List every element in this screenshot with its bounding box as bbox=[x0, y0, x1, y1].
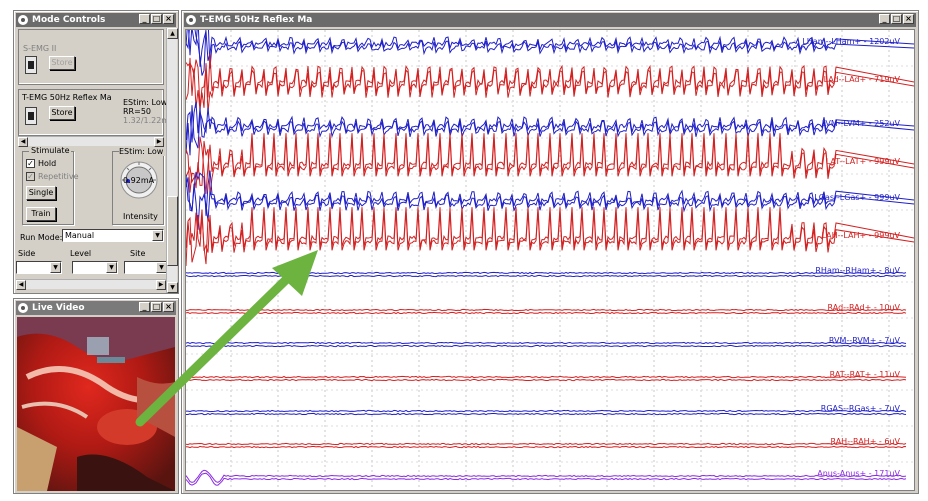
level-select[interactable]: ▼ bbox=[72, 261, 118, 274]
stimulate-group-title: Stimulate bbox=[29, 146, 72, 155]
site-label: Site bbox=[130, 249, 146, 258]
scroll-down-arrow[interactable]: ▼ bbox=[167, 282, 178, 293]
channel-label: RAd--RAd+ - 10uV bbox=[827, 303, 900, 312]
emg-trace bbox=[186, 469, 907, 483]
channel-label: RAT--RAT+ - 11uV bbox=[829, 370, 900, 379]
minimize-button[interactable]: _ bbox=[139, 302, 150, 312]
semg-label: S-EMG II bbox=[23, 44, 57, 53]
side-select[interactable]: ▼ bbox=[16, 261, 62, 274]
rr-status: RR=50 bbox=[123, 107, 151, 116]
emg-title: T-EMG 50Hz Reflex Ma bbox=[200, 15, 313, 25]
emg-trace bbox=[186, 375, 907, 379]
maximize-button[interactable]: □ bbox=[891, 14, 902, 24]
semg-store-button[interactable]: Store bbox=[49, 56, 75, 70]
side-label: Side bbox=[18, 249, 36, 258]
live-video-title: Live Video bbox=[32, 303, 85, 313]
hold-checkbox[interactable]: ✓ bbox=[26, 159, 35, 168]
emg-trace bbox=[186, 137, 914, 195]
surgical-video-feed bbox=[17, 317, 175, 491]
emg-trace bbox=[186, 412, 907, 416]
emg-trace bbox=[186, 341, 907, 345]
stimulate-group: Stimulate ✓ Hold ✓ Repetitive Single Tra… bbox=[22, 146, 79, 225]
run-mode-value: Manual bbox=[65, 231, 95, 240]
hold-label: Hold bbox=[38, 159, 57, 168]
channel-label: LGas--LGas+ - 999uV bbox=[814, 193, 900, 202]
emg-trace bbox=[186, 59, 914, 113]
temg-toggle[interactable] bbox=[25, 107, 37, 125]
temg-label: T-EMG 50Hz Reflex Ma bbox=[22, 93, 112, 102]
repetitive-checkbox[interactable]: ✓ bbox=[26, 172, 35, 181]
channel-label: RVM--RVM+ - 7uV bbox=[828, 336, 900, 345]
intensity-label: Intensity bbox=[123, 212, 158, 221]
emg-window: T-EMG 50Hz Reflex Ma _ □ × LHam--LHam+ -… bbox=[181, 10, 919, 494]
live-video-titlebar[interactable]: Live Video _ □ × bbox=[16, 301, 176, 315]
channel-label: Anus-Anus+ - 171uV bbox=[817, 469, 900, 478]
scroll-right-arrow[interactable]: ▶ bbox=[156, 280, 166, 290]
channel-label: RHam--RHam+ - 8uV bbox=[815, 266, 900, 275]
scroll-up-arrow[interactable]: ▲ bbox=[167, 28, 178, 39]
channel-label: LAd--LAd+ - 719uV bbox=[823, 75, 900, 84]
mode-controls-window: Mode Controls _ □ × S-EMG II Store T-EMG… bbox=[13, 10, 179, 294]
emg-trace bbox=[186, 274, 907, 278]
temg-store-button[interactable]: Store bbox=[49, 106, 75, 120]
knob-value: 0.92mA bbox=[123, 176, 155, 185]
knob-estim-label: EStim: Low 1 bbox=[119, 147, 171, 156]
emg-trace bbox=[186, 311, 907, 315]
scroll-thumb[interactable] bbox=[167, 196, 178, 266]
mode-controls-title: Mode Controls bbox=[32, 15, 106, 25]
semg-panel: S-EMG II Store bbox=[18, 29, 164, 85]
mode-controls-vertical-scrollbar[interactable]: ▲ ▼ bbox=[166, 28, 178, 293]
single-button[interactable]: Single bbox=[26, 186, 56, 200]
app-icon bbox=[18, 303, 28, 313]
run-mode-label: Run Mode: bbox=[20, 233, 63, 242]
channel-label: LAH--LAH+ - 999uV bbox=[821, 231, 900, 240]
run-mode-select[interactable]: Manual ▼ bbox=[62, 229, 164, 242]
scroll-left-arrow[interactable]: ◀ bbox=[18, 137, 28, 147]
bottom-horizontal-scrollbar[interactable]: ◀ ▶ bbox=[16, 279, 166, 290]
emg-plot-area[interactable]: LHam--LHam+ - 1202uV LAd--LAd+ - 719uV LVM… bbox=[185, 29, 915, 491]
chevron-down-icon[interactable]: ▼ bbox=[50, 262, 61, 273]
emg-trace bbox=[186, 344, 907, 348]
emg-trace bbox=[186, 308, 907, 312]
panel-horizontal-scrollbar[interactable]: ◀ ▶ bbox=[18, 136, 164, 147]
live-video-window: Live Video _ □ × bbox=[13, 298, 179, 494]
channel-label: RGAS--RGas+ - 7uV bbox=[820, 404, 900, 413]
chevron-down-icon[interactable]: ▼ bbox=[106, 262, 117, 273]
emg-trace bbox=[186, 445, 907, 449]
app-icon bbox=[186, 15, 196, 25]
mode-controls-titlebar[interactable]: Mode Controls _ □ × bbox=[16, 13, 176, 27]
close-button[interactable]: × bbox=[903, 14, 914, 24]
minimize-button[interactable]: _ bbox=[139, 14, 150, 24]
emg-trace bbox=[186, 409, 907, 413]
screen: Mode Controls _ □ × S-EMG II Store T-EMG… bbox=[0, 0, 928, 501]
chevron-down-icon[interactable]: ▼ bbox=[152, 230, 163, 241]
temg-panel: T-EMG 50Hz Reflex Ma Store EStim: Low 1 … bbox=[18, 89, 175, 136]
close-button[interactable]: × bbox=[163, 14, 174, 24]
emg-traces bbox=[186, 30, 914, 490]
emg-trace bbox=[186, 211, 914, 267]
channel-label: LHam--LHam+ - 1202uV bbox=[802, 37, 900, 46]
minimize-button[interactable]: _ bbox=[879, 14, 890, 24]
site-select[interactable]: ▼ bbox=[124, 261, 168, 274]
repetitive-label: Repetitive bbox=[38, 172, 79, 181]
channel-label: LVM--LVM+ - 252uV bbox=[821, 119, 900, 128]
maximize-button[interactable]: □ bbox=[151, 14, 162, 24]
train-button[interactable]: Train bbox=[26, 207, 56, 221]
app-icon bbox=[18, 15, 28, 25]
scroll-left-arrow[interactable]: ◀ bbox=[16, 280, 26, 290]
emg-trace bbox=[186, 271, 907, 275]
close-button[interactable]: × bbox=[163, 302, 174, 312]
scroll-right-arrow[interactable]: ▶ bbox=[154, 137, 164, 147]
maximize-button[interactable]: □ bbox=[151, 302, 162, 312]
level-label: Level bbox=[70, 249, 92, 258]
channel-label: LAT--LAT+ - 999uV bbox=[825, 157, 900, 166]
emg-trace bbox=[186, 378, 907, 382]
intensity-group: EStim: Low 1 0.92mA Intensity bbox=[112, 147, 171, 225]
emg-trace bbox=[186, 442, 907, 446]
channel-label: RAH--RAH+ - 6uV bbox=[830, 437, 900, 446]
emg-titlebar[interactable]: T-EMG 50Hz Reflex Ma _ □ × bbox=[184, 13, 916, 27]
semg-toggle[interactable] bbox=[25, 56, 37, 74]
